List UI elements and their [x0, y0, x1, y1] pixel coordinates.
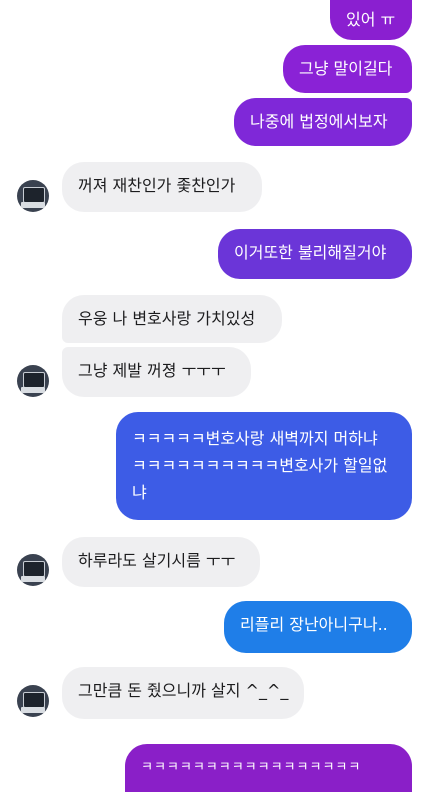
received-message[interactable]: 우웅 나 변호사랑 가치있성 — [62, 295, 282, 343]
chat-thread: 있어 ㅠ 그냥 말이길다 나중에 법정에서보자 꺼져 재찬인가 좇찬인가 이거또… — [0, 0, 430, 792]
sent-message[interactable]: ㅋㅋㅋㅋㅋ변호사랑 새벽까지 머하냐 ㅋㅋㅋㅋㅋㅋㅋㅋㅋㅋ변호사가 할일없냐 — [116, 412, 412, 520]
monitor-avatar-icon[interactable] — [17, 365, 49, 397]
received-message[interactable]: 꺼져 재찬인가 좇찬인가 — [62, 162, 262, 212]
sent-message[interactable]: 있어 ㅠ — [330, 0, 412, 40]
sent-message[interactable]: 그냥 말이길다 — [283, 45, 412, 93]
sent-message[interactable]: 나중에 법정에서보자 — [234, 98, 412, 146]
sent-message[interactable]: 이거또한 불리해질거야 — [218, 229, 412, 279]
monitor-avatar-icon[interactable] — [17, 685, 49, 717]
received-message[interactable]: 그만큼 돈 줬으니까 살지 ^_^_ — [62, 667, 304, 719]
sent-message[interactable]: 리플리 장난아니구나.. — [224, 601, 412, 653]
received-message[interactable]: 그냥 제발 꺼졍 ㅜㅜㅜ — [62, 347, 251, 397]
monitor-avatar-icon[interactable] — [17, 554, 49, 586]
sent-message[interactable]: ㅋㅋㅋㅋㅋㅋㅋㅋㅋㅋㅋㅋㅋㅋㅋㅋㅋ — [125, 744, 412, 792]
received-message[interactable]: 하루라도 살기시름 ㅜㅜ — [62, 537, 260, 587]
monitor-avatar-icon[interactable] — [17, 180, 49, 212]
